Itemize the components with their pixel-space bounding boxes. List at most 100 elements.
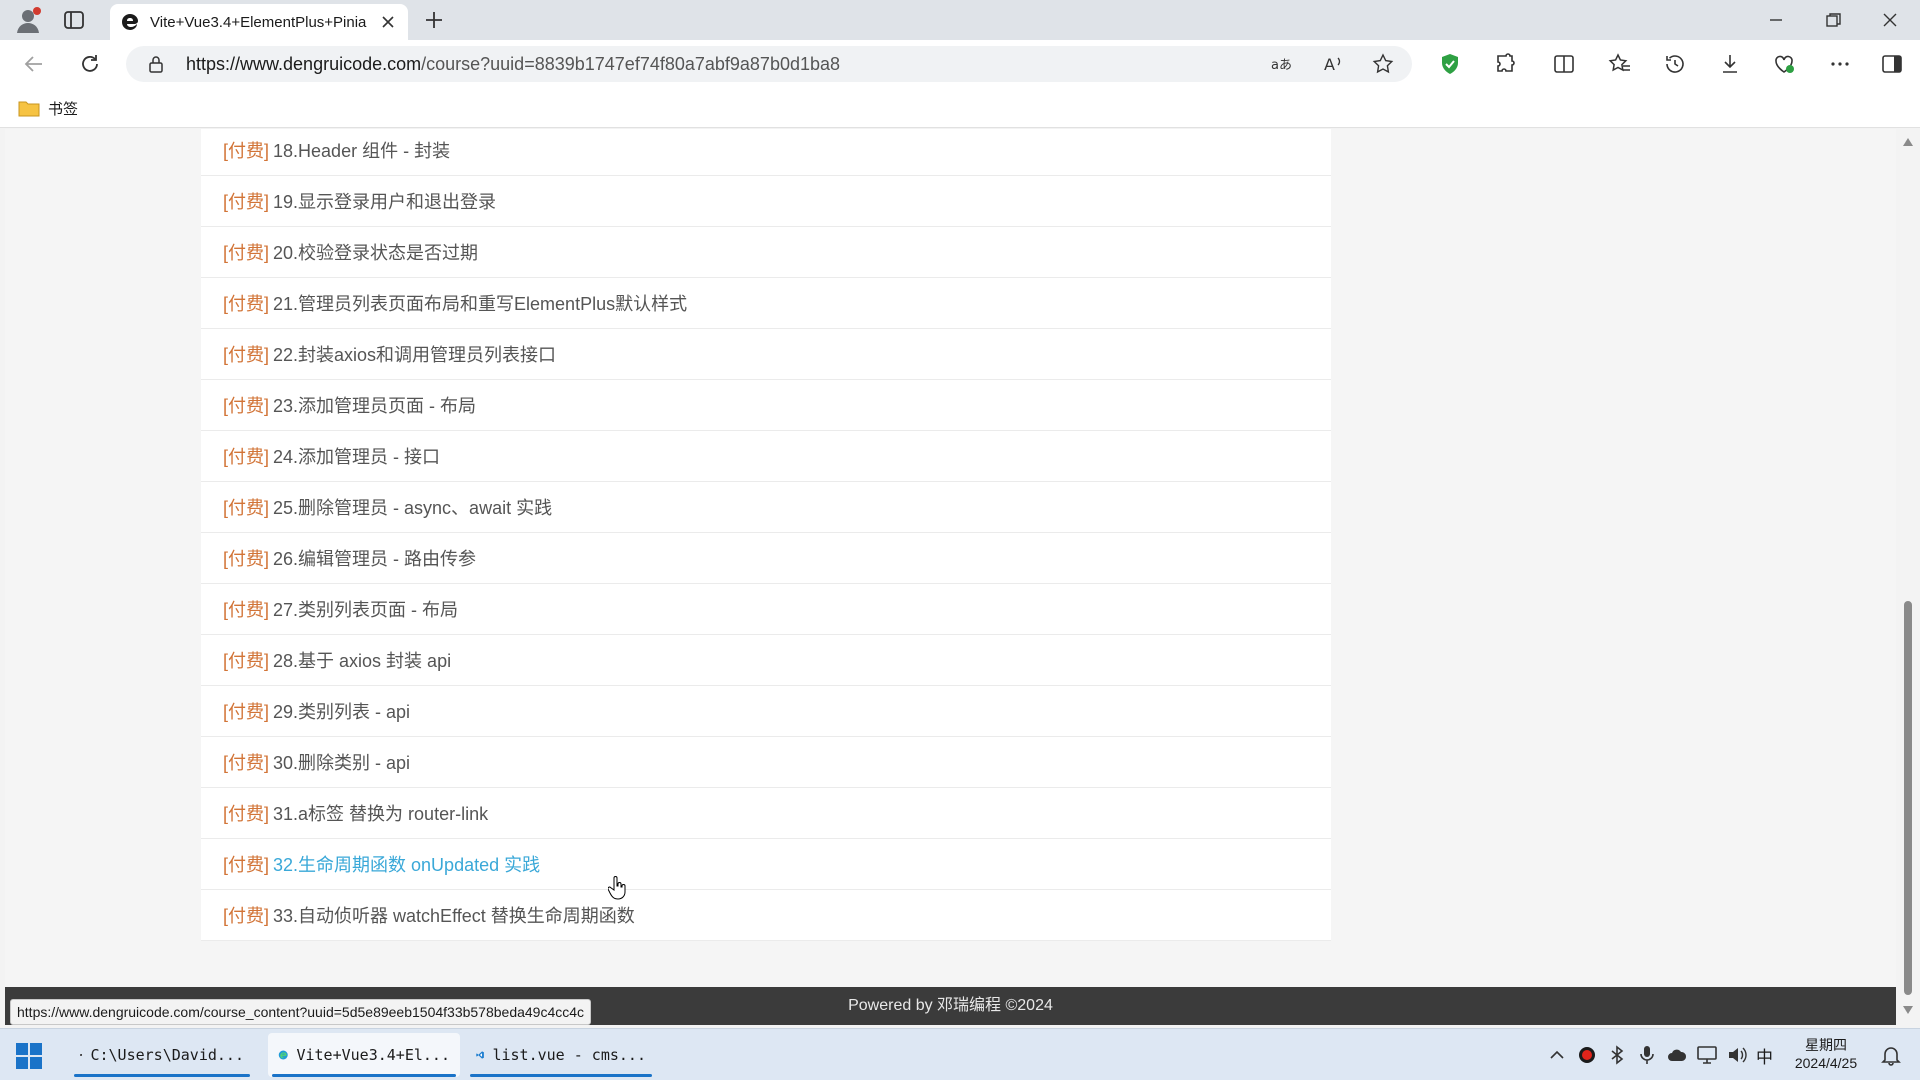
page-viewport: [付费] 18.Header 组件 - 封装 [付费] 19.显示登录用户和退出登录[… (0, 129, 1920, 1025)
browser-toolbar: https://www.dengruicode.com/course?uuid=… (0, 40, 1920, 88)
course-title-link[interactable]: 25.删除管理员 - async、await 实践 (273, 494, 552, 520)
lock-icon[interactable] (146, 54, 166, 74)
taskbar: C:\Users\David... Vite+Vue3.4+El... list… (0, 1028, 1920, 1080)
course-item[interactable]: [付费] 27.类别列表页面 - 布局 (201, 584, 1331, 635)
course-item[interactable]: [付费] 25.删除管理员 - async、await 实践 (201, 482, 1331, 533)
translate-icon[interactable]: aあ (1270, 53, 1292, 75)
restore-icon[interactable] (1821, 8, 1845, 32)
course-list: [付费] 18.Header 组件 - 封装 [付费] 19.显示登录用户和退出登录[… (201, 129, 1331, 941)
course-title-link[interactable]: 21.管理员列表页面布局和重写ElementPlus默认样式 (273, 290, 687, 316)
bluetooth-icon[interactable] (1606, 1044, 1628, 1066)
course-title-link[interactable]: 29.类别列表 - api (273, 698, 410, 724)
new-tab-icon[interactable] (422, 8, 446, 32)
windows-start-icon[interactable] (16, 1043, 42, 1069)
extensions-icon[interactable] (1494, 52, 1518, 76)
back-icon[interactable] (22, 52, 46, 76)
course-item[interactable]: [付费] 23.添加管理员页面 - 布局 (201, 380, 1331, 431)
course-title-link[interactable]: 30.删除类别 - api (273, 749, 410, 775)
favorite-star-icon[interactable] (1372, 53, 1394, 75)
scroll-down-arrow-icon[interactable] (1902, 1005, 1914, 1015)
scrollbar-thumb[interactable] (1904, 601, 1912, 995)
course-title-link[interactable]: 28.基于 axios 封装 api (273, 647, 451, 673)
network-icon[interactable] (1696, 1044, 1718, 1066)
running-indicator (470, 1074, 652, 1077)
vscode-icon (476, 1051, 484, 1059)
performance-icon[interactable] (1772, 52, 1796, 76)
clock-day: 星期四 (1805, 1037, 1847, 1053)
taskbar-app-label: C:\Users\David... (90, 1046, 244, 1064)
course-item[interactable]: [付费] 28.基于 axios 封装 api (201, 635, 1331, 686)
favorites-icon[interactable] (1608, 52, 1632, 76)
downloads-icon[interactable] (1718, 52, 1742, 76)
course-title-link[interactable]: 20.校验登录状态是否过期 (273, 239, 478, 265)
taskbar-app-label: Vite+Vue3.4+El... (296, 1046, 450, 1064)
course-item[interactable]: [付费] 29.类别列表 - api (201, 686, 1331, 737)
folder-icon[interactable] (18, 98, 40, 118)
taskbar-app-terminal[interactable]: C:\Users\David... (70, 1033, 254, 1077)
volume-icon[interactable] (1726, 1044, 1748, 1066)
taskbar-app-vscode[interactable]: list.vue - cms... (466, 1033, 656, 1077)
course-item[interactable]: [付费] 22.封装axios和调用管理员列表接口 (201, 329, 1331, 380)
history-icon[interactable] (1663, 52, 1687, 76)
edge-favicon-icon (122, 14, 138, 30)
taskbar-app-edge[interactable]: Vite+Vue3.4+El... (268, 1033, 460, 1077)
address-bar[interactable]: https://www.dengruicode.com/course?uuid=… (126, 46, 1412, 82)
tab-actions-icon[interactable] (62, 8, 86, 32)
shield-extension-icon[interactable] (1438, 52, 1462, 76)
sidebar-toggle-icon[interactable] (1880, 52, 1904, 76)
notification-bell-icon[interactable] (1880, 1044, 1902, 1066)
course-item[interactable]: [付费] 30.删除类别 - api (201, 737, 1331, 788)
course-title-link[interactable]: 23.添加管理员页面 - 布局 (273, 392, 476, 418)
scroll-up-arrow-icon[interactable] (1902, 137, 1914, 147)
vertical-scrollbar[interactable] (1896, 129, 1920, 1025)
tab-title: Vite+Vue3.4+ElementPlus+Pinia (150, 13, 367, 31)
course-item[interactable]: [付费] 20.校验登录状态是否过期 (201, 227, 1331, 278)
record-icon[interactable] (1576, 1044, 1598, 1066)
course-title-link[interactable]: 27.类别列表页面 - 布局 (273, 596, 458, 622)
clock-date: 2024/4/25 (1794, 1055, 1858, 1071)
course-paid-tag: [付费] (223, 804, 270, 824)
cloud-sync-icon[interactable] (1666, 1044, 1688, 1066)
course-paid-tag: [付费] (223, 702, 270, 722)
course-item[interactable]: [付费] 33.自动侦听器 watchEffect 替换生命周期函数 (201, 890, 1331, 941)
tray-overflow-chevron-icon[interactable] (1546, 1044, 1568, 1066)
split-screen-icon[interactable] (1552, 52, 1576, 76)
course-title-link[interactable]: 31.a标签 替换为 router-link (273, 800, 488, 826)
read-aloud-icon[interactable]: A (1322, 53, 1344, 75)
refresh-icon[interactable] (78, 52, 102, 76)
close-tab-icon[interactable] (378, 12, 398, 32)
terminal-icon (80, 1054, 83, 1056)
course-title-link[interactable]: 26.编辑管理员 - 路由传参 (273, 545, 476, 571)
course-item[interactable]: [付费] 26.编辑管理员 - 路由传参 (201, 533, 1331, 584)
course-title-link[interactable]: 24.添加管理员 - 接口 (273, 443, 440, 469)
course-title-link[interactable]: 22.封装axios和调用管理员列表接口 (273, 341, 556, 367)
course-paid-tag: [付费] (223, 396, 270, 416)
course-item[interactable]: [付费] 19.显示登录用户和退出登录 (201, 176, 1331, 227)
course-paid-tag: [付费] (223, 243, 270, 263)
course-item[interactable]: [付费] 21.管理员列表页面布局和重写ElementPlus默认样式 (201, 278, 1331, 329)
course-title-link[interactable]: 19.显示登录用户和退出登录 (273, 188, 496, 214)
url-text[interactable]: https://www.dengruicode.com/course?uuid=… (186, 54, 840, 75)
minimize-icon[interactable] (1764, 8, 1788, 32)
bookmarks-bar: 书签 (0, 88, 1920, 128)
course-item[interactable]: [付费] 24.添加管理员 - 接口 (201, 431, 1331, 482)
more-menu-icon[interactable] (1828, 52, 1852, 76)
taskbar-clock[interactable]: 星期四 2024/4/25 (1786, 1036, 1866, 1072)
hand-cursor-icon (608, 876, 626, 900)
course-item[interactable]: [付费] 32.生命周期函数 onUpdated 实践 (201, 839, 1331, 890)
microphone-icon[interactable] (1636, 1044, 1658, 1066)
url-path: /course?uuid=8839b1747ef74f80a7abf9a87b0… (421, 54, 841, 74)
running-indicator (272, 1074, 456, 1077)
input-method-indicator[interactable]: 中 (1756, 1043, 1773, 1068)
profile-icon[interactable] (14, 6, 42, 34)
course-title-link[interactable]: 18.Header 组件 - 封装 (273, 137, 450, 163)
course-item[interactable]: [付费] 18.Header 组件 - 封装 (201, 129, 1331, 176)
svg-text:A: A (1324, 55, 1335, 74)
bookmarks-folder-label[interactable]: 书签 (48, 98, 78, 119)
close-window-icon[interactable] (1878, 8, 1902, 32)
course-title-link[interactable]: 33.自动侦听器 watchEffect 替换生命周期函数 (273, 902, 635, 928)
course-paid-tag: [付费] (223, 753, 270, 773)
course-title-link[interactable]: 32.生命周期函数 onUpdated 实践 (273, 851, 540, 877)
course-item[interactable]: [付费] 31.a标签 替换为 router-link (201, 788, 1331, 839)
active-tab[interactable]: Vite+Vue3.4+ElementPlus+Pinia (110, 4, 408, 40)
